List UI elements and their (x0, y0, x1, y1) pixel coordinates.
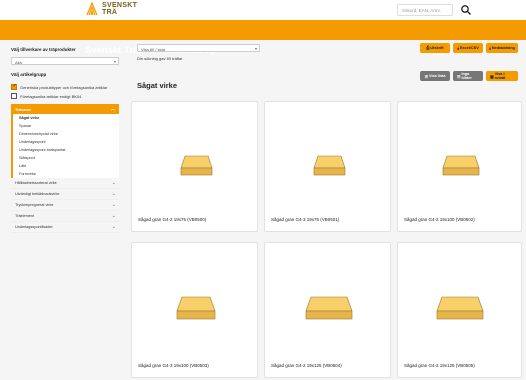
checkbox-label: Företagsunika artiklar endigt BK04 (20, 93, 82, 99)
page-size-select[interactable]: Visa 60 / sida ▾ (137, 44, 260, 52)
checkbox-label: Generiska produkttyper och företagsunika… (20, 84, 108, 90)
subcategory-item[interactable]: Läkt (19, 162, 119, 170)
category-heading: Sågat virke (137, 81, 178, 90)
list-view-label: Visa lista (429, 74, 446, 78)
subcategory-list: Sågat virke Spanar Dimensionshyvlat virk… (11, 114, 119, 178)
excel-label: Excel/CSV (459, 46, 479, 50)
grid-view-label: Visa i rutnät (494, 72, 506, 80)
download-label: Nedladdning (491, 46, 515, 50)
supplier-label: Välj tillverkare av träprodukter (11, 47, 76, 52)
logo-line2: TRÄ (102, 9, 118, 16)
search-icon[interactable] (460, 4, 472, 16)
category-item[interactable]: Tryckimpregnerat virke ⌄ (11, 200, 119, 211)
category-traevaror[interactable]: Trävaror ︿ (11, 104, 119, 114)
product-card[interactable]: Sågad gran G4-2 19x100 (VB0502) (397, 101, 522, 232)
no-images-label: Inga bilder (461, 72, 472, 80)
product-card[interactable]: Sågad gran G4-3 19x125 (VB0505) (397, 242, 522, 378)
category-item[interactable]: Hållfasthetssorterat virke ⌄ (11, 178, 119, 189)
subcategory-item[interactable]: Formvirke (19, 170, 119, 178)
lumber-icon (305, 296, 353, 320)
category-label: Hållfasthetssorterat virke (15, 181, 57, 185)
category-item[interactable]: Träelement ⌄ (11, 211, 119, 222)
chevron-down-icon: ⌄ (111, 224, 116, 230)
lumber-icon (313, 155, 346, 176)
lumber-icon (180, 155, 213, 176)
logo-icon (86, 1, 98, 16)
download-button[interactable]: ⤓ Nedladdning (486, 43, 518, 53)
product-name[interactable]: Sågad gran G4-3 19x75 (VB0501) (271, 217, 339, 222)
lumber-icon (436, 296, 484, 320)
checkbox-row-generic[interactable]: Generiska produkttyper och företagsunika… (11, 83, 108, 90)
chevron-down-icon: ⌄ (111, 213, 116, 219)
chevron-down-icon: ⌄ (111, 202, 116, 208)
subcategory-item[interactable]: Slätspont (19, 154, 119, 162)
category-item[interactable]: Underlagsspontlisader ⌄ (11, 222, 119, 233)
category-label: Tryckimpregnerat virke (15, 203, 54, 207)
chevron-down-icon: ⌄ (111, 191, 116, 197)
category-item[interactable]: Utvändigt beklädnadsvirke ⌄ (11, 189, 119, 200)
excel-button[interactable]: ⤓ Excel/CSV (453, 43, 483, 53)
group-label: Välj artikelgrupp (11, 72, 47, 77)
checkbox[interactable] (11, 93, 17, 99)
category-label: Träelement (15, 214, 35, 218)
list-view-button[interactable]: ☰ Visa lista (420, 71, 450, 81)
product-name[interactable]: Sågad gran G4-2 19x125 (VB0504) (271, 363, 342, 368)
product-card[interactable]: Sågad gran G4-3 19x75 (VB0501) (264, 101, 391, 232)
logo[interactable]: SVENSKT TRÄ (85, 1, 137, 17)
product-card[interactable]: Sågad gran G4-2 19x75 (VB0500) (131, 101, 258, 232)
product-card[interactable]: Sågad gran G4-2 19x125 (VB0504) (264, 242, 391, 378)
logo-line1: SVENSKT (102, 2, 138, 9)
checkbox-row-unique[interactable]: Företagsunika artiklar endigt BK04 (11, 93, 81, 99)
product-name[interactable]: Sågad gran G4-2 19x100 (VB0502) (404, 217, 475, 222)
product-card[interactable]: Sågad gran G4-3 19x100 (VB0503) (131, 242, 258, 378)
checkbox[interactable] (11, 83, 17, 90)
subcategory-item[interactable]: Dimensionshyvlat virke (19, 130, 119, 138)
print-label: Utskrift (430, 46, 444, 50)
chevron-down-icon: ▾ (113, 59, 116, 64)
product-name[interactable]: Sågad gran G4-3 19x125 (VB0505) (404, 363, 475, 368)
subcategory-item[interactable]: Sågat virke (19, 114, 119, 122)
search-input[interactable]: Sökord, EAN, Artnr. (397, 4, 453, 16)
category-label: Utvändigt beklädnadsvirke (15, 192, 60, 196)
lumber-icon (442, 155, 480, 176)
no-images-button[interactable]: ☰ Inga bilder (453, 71, 483, 81)
lumber-icon (176, 296, 216, 320)
subcategory-item[interactable]: Spanar (19, 122, 119, 130)
hit-count: Din sökning gav 69 träffar (137, 56, 183, 61)
supplier-select-value: Alla (15, 59, 22, 65)
product-name[interactable]: Sågad gran G4-3 19x100 (VB0503) (138, 363, 209, 368)
category-tree: Trävaror ︿ Sågat virke Spanar Dimensions… (11, 104, 119, 233)
logo-text: SVENSKT TRÄ (102, 2, 137, 16)
subcategory-item[interactable]: Underlagsspont (19, 138, 119, 146)
supplier-select[interactable]: Alla ▾ (11, 57, 119, 65)
chevron-down-icon: ▾ (254, 46, 257, 51)
chevron-up-icon: ︿ (111, 106, 115, 111)
category-label: Underlagsspontlisader (15, 225, 53, 229)
category-label: Trävaror (15, 107, 32, 112)
chevron-down-icon: ⌄ (111, 180, 116, 186)
page-size-value: Visa 60 / sida (141, 46, 165, 52)
subcategory-item[interactable]: Underlagsspont ändspontat (19, 146, 119, 154)
top-bar: SVENSKT TRÄ Sökord, EAN, Artnr. (0, 0, 526, 20)
print-button[interactable]: ⎙ Utskrift (420, 43, 450, 53)
product-name[interactable]: Sågad gran G4-2 19x75 (VB0500) (138, 217, 206, 222)
title-bar: Svenskt Träs Produktkatalog (0, 20, 526, 56)
grid-view-button[interactable]: ▦ Visa i rutnät (486, 71, 518, 81)
